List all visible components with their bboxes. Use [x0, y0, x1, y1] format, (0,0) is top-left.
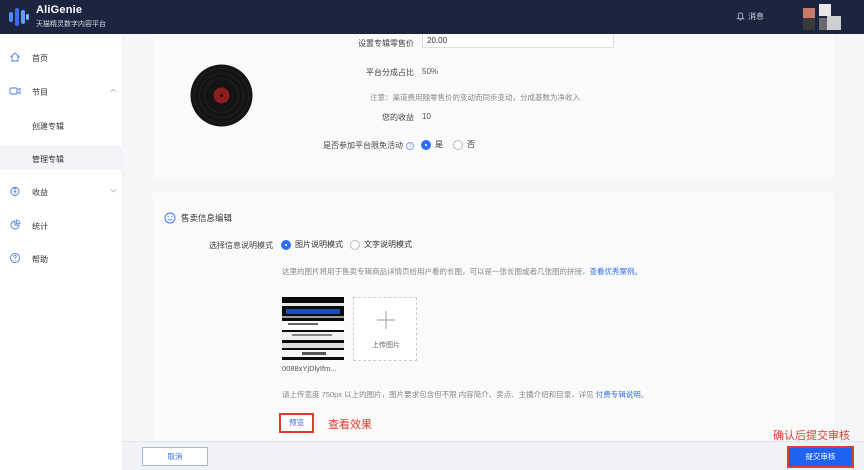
sidebar-item-home[interactable]: 首页 — [0, 45, 123, 69]
pricing-card — [153, 34, 834, 180]
preview-button[interactable]: 预览 — [279, 413, 314, 433]
stats-icon — [10, 219, 21, 230]
sidebar-item-help[interactable]: 帮助 — [0, 246, 123, 270]
upload-requirements-text: 请上传宽度 750px 以上的图片，图片要求包含但不限 内容简介、卖点、主播介绍… — [282, 390, 596, 399]
sidebar-item-label: 收益 — [32, 188, 48, 197]
upload-requirements-end: 。 — [640, 390, 649, 399]
examples-link[interactable]: 查看优秀案例。 — [590, 267, 643, 276]
sidebar-item-label: 创建专辑 — [32, 122, 64, 131]
image-description-text: 这里的图片将用于售卖专辑商品详情页给用户看的长图，可以是一张长图或者几张图的拼接… — [282, 267, 590, 276]
sales-info-card — [153, 193, 834, 440]
promo-question: 是否参加平台限免活动? — [300, 140, 414, 151]
sales-title-text: 售卖信息编辑 — [181, 213, 233, 223]
sidebar-item-stats[interactable]: 统计 — [0, 213, 123, 237]
cancel-button[interactable]: 取消 — [142, 447, 208, 466]
share-value: 50% — [422, 67, 439, 76]
mode-text-radio[interactable]: 文字说明模式 — [350, 239, 412, 250]
promo-yes-radio[interactable]: 是 — [421, 139, 443, 150]
promo-no-label: 否 — [467, 140, 475, 149]
sidebar-item-label: 统计 — [32, 222, 48, 231]
sidebar-item-manage-album[interactable]: 管理专辑 — [0, 146, 123, 170]
question-icon[interactable]: ? — [406, 141, 414, 150]
income-value: 10 — [422, 112, 431, 121]
radio-checked-icon — [281, 239, 291, 250]
sales-section-title: 售卖信息编辑 — [164, 212, 232, 224]
promo-no-radio[interactable]: 否 — [453, 139, 475, 150]
sidebar: 首页 节目 创建专辑 管理专辑 收益 统计 帮助 — [0, 34, 123, 470]
help-icon — [10, 253, 20, 263]
album-cover-vinyl — [190, 64, 253, 127]
mode-image-label: 图片说明模式 — [295, 240, 343, 249]
sidebar-item-income[interactable]: 收益 — [0, 179, 123, 203]
mode-label: 选择信息说明模式 — [209, 241, 273, 250]
video-icon — [9, 87, 21, 95]
sidebar-item-create-album[interactable]: 创建专辑 — [0, 113, 123, 137]
price-label: 设置专辑零售价 — [358, 39, 414, 48]
chevron-down-icon — [110, 188, 117, 193]
top-bar: AliGenie 天猫精灵数字内容平台 消息 — [0, 0, 864, 34]
sidebar-item-label: 管理专辑 — [32, 155, 64, 164]
messages-label: 消息 — [748, 12, 764, 21]
uploaded-image-preview — [282, 297, 344, 360]
home-icon — [10, 52, 20, 62]
upload-label: 上传图片 — [372, 342, 400, 349]
brand-subtitle: 天猫精灵数字内容平台 — [36, 21, 106, 28]
uploaded-image-thumbnail[interactable] — [282, 297, 344, 360]
aligenie-logo-icon — [9, 8, 29, 26]
bottom-action-bar — [123, 441, 864, 470]
bell-icon — [736, 12, 745, 21]
upload-image-button[interactable]: 上传图片 — [353, 297, 417, 361]
promo-label: 是否参加平台限免活动 — [323, 141, 403, 150]
sidebar-item-label: 节目 — [32, 88, 48, 97]
chevron-up-icon — [110, 88, 117, 93]
upload-requirements: 请上传宽度 750px 以上的图片，图片要求包含但不限 内容简介、卖点、主播介绍… — [282, 389, 648, 400]
plus-icon — [377, 311, 395, 329]
uploaded-file-name: 0088xYjDlyIfm... — [282, 364, 337, 373]
sidebar-item-programs[interactable]: 节目 — [0, 79, 123, 103]
pricing-note: 注意：渠道费用随零售价的变动而同步变动，分成基数为净收入 — [370, 93, 580, 102]
submit-annotation: 确认后提交审核 — [773, 430, 850, 442]
messages-link[interactable]: 消息 — [736, 11, 764, 22]
brand-name: AliGenie — [36, 4, 83, 16]
radio-unchecked-icon — [453, 139, 463, 150]
submit-review-button[interactable]: 提交审核 — [787, 446, 854, 468]
image-description: 这里的图片将用于售卖专辑商品详情页给用户看的长图，可以是一张长图或者几张图的拼接… — [282, 266, 642, 277]
preview-annotation: 查看效果 — [328, 419, 372, 431]
share-label: 平台分成占比 — [366, 68, 414, 77]
income-icon — [10, 186, 20, 196]
paid-album-guide-link[interactable]: 付费专辑说明 — [596, 390, 641, 399]
income-label: 您的收益 — [382, 113, 414, 122]
smile-icon — [164, 212, 176, 224]
sidebar-item-label: 首页 — [32, 54, 48, 63]
sidebar-item-label: 帮助 — [32, 255, 48, 264]
price-input[interactable]: 20.00 — [422, 34, 614, 48]
user-avatar[interactable] — [803, 4, 843, 30]
promo-yes-label: 是 — [435, 140, 443, 149]
radio-checked-icon — [421, 139, 431, 150]
mode-image-radio[interactable]: 图片说明模式 — [281, 239, 343, 250]
mode-text-label: 文字说明模式 — [364, 240, 412, 249]
radio-unchecked-icon — [350, 239, 360, 250]
